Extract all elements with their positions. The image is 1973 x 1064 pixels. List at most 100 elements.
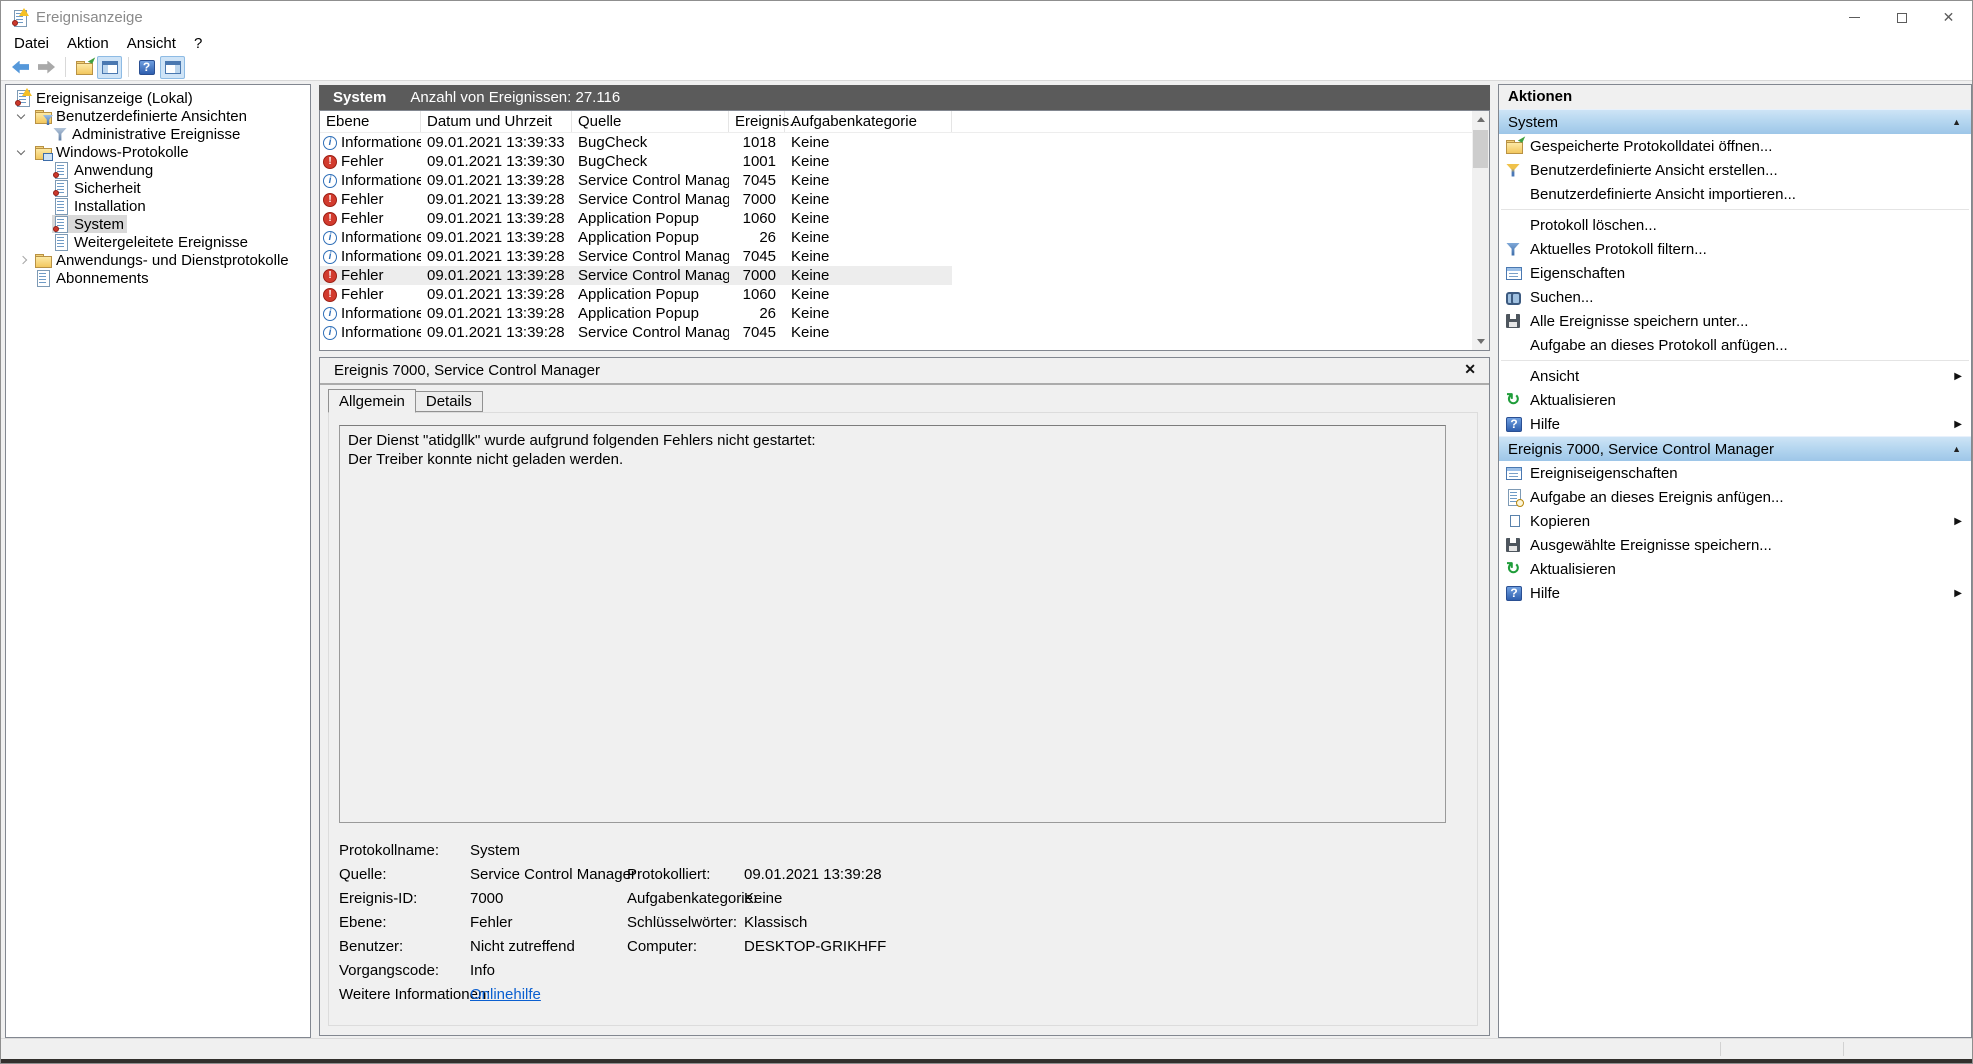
tree-item-custom-views[interactable]: Benutzerdefinierte Ansichten (6, 107, 310, 125)
toggle-action-pane-button[interactable] (160, 55, 185, 79)
event-description: Der Dienst "atidgllk" wurde aufgrund fol… (339, 425, 1446, 823)
action-pane-icon (164, 60, 181, 74)
tree-item-installation[interactable]: Installation (6, 197, 310, 215)
action-find[interactable]: Suchen... (1499, 285, 1971, 309)
menu-datei[interactable]: Datei (5, 34, 58, 54)
menubar: Datei Aktion Ansicht ? (1, 34, 1972, 54)
expander-icon[interactable] (18, 255, 28, 265)
property-row: Protokollname: System (339, 842, 521, 859)
action-help-event[interactable]: ? Hilfe ▶ (1499, 581, 1971, 605)
scroll-up-button[interactable] (1472, 111, 1489, 128)
event-row[interactable]: iInformationen 09.01.2021 13:39:28 Appli… (320, 304, 952, 323)
actions-section-system[interactable]: System ▲ (1499, 109, 1971, 134)
event-row[interactable]: ! Fehler 09.01.2021 13:39:30 BugCheck 100… (320, 152, 952, 171)
expander-icon[interactable] (16, 146, 26, 156)
detail-tab-page: Der Dienst "atidgllk" wurde aufgrund fol… (328, 412, 1478, 1026)
events-scrollbar[interactable] (1472, 111, 1489, 350)
submenu-arrow-icon: ▶ (1954, 515, 1962, 527)
tree-item-system[interactable]: System (6, 215, 310, 233)
expander-icon[interactable] (16, 110, 26, 120)
document-icon (53, 234, 69, 251)
action-attach-task-to-log[interactable]: Aufgabe an dieses Protokoll anfügen... (1499, 333, 1971, 357)
scroll-thumb[interactable] (1473, 130, 1488, 168)
tree-splitter[interactable] (311, 84, 319, 1038)
event-row[interactable]: iInformationen 09.01.2021 13:39:28 Servi… (320, 171, 952, 190)
toggle-console-tree-button[interactable] (97, 55, 122, 79)
action-refresh[interactable]: ↻ Aktualisieren (1499, 388, 1971, 412)
column-header-datum[interactable]: Datum und Uhrzeit (421, 111, 572, 132)
event-detail-pane: Ereignis 7000, Service Control Manager ✕… (319, 357, 1490, 1036)
action-open-saved-log[interactable]: Gespeicherte Protokolldatei öffnen... (1499, 134, 1971, 158)
document-icon (35, 270, 51, 287)
action-view[interactable]: Ansicht ▶ (1499, 364, 1971, 388)
info-icon: i (323, 249, 337, 264)
open-saved-log-button[interactable] (71, 55, 96, 79)
maximize-button[interactable] (1878, 1, 1925, 34)
action-save-selected-events[interactable]: Ausgewählte Ereignisse speichern... (1499, 533, 1971, 557)
tab-allgemein[interactable]: Allgemein (328, 389, 416, 413)
action-save-all-events[interactable]: Alle Ereignisse speichern unter... (1499, 309, 1971, 333)
menu-hilfe[interactable]: ? (185, 34, 211, 54)
event-viewer-icon (15, 88, 32, 107)
tab-details[interactable]: Details (414, 391, 483, 412)
menu-ansicht[interactable]: Ansicht (118, 34, 185, 54)
tree-item-windows-logs[interactable]: Windows-Protokolle (6, 143, 310, 161)
tree-item-weitergeleitete[interactable]: Weitergeleitete Ereignisse (6, 233, 310, 251)
action-filter-current-log[interactable]: Aktuelles Protokoll filtern... (1499, 237, 1971, 261)
tree-item-abonnements[interactable]: Abonnements (6, 269, 310, 287)
close-button[interactable]: ✕ (1925, 1, 1972, 34)
tree-item-sicherheit[interactable]: Sicherheit (6, 179, 310, 197)
action-refresh-event[interactable]: ↻ Aktualisieren (1499, 557, 1971, 581)
event-row[interactable]: ! Fehler 09.01.2021 13:39:28 Application … (320, 209, 952, 228)
properties-icon (1506, 466, 1522, 480)
action-event-properties[interactable]: Ereigniseigenschaften (1499, 461, 1971, 485)
tree-item-root[interactable]: Ereignisanzeige (Lokal) (6, 88, 310, 107)
event-row[interactable]: ! Fehler 09.01.2021 13:39:28 Application … (320, 285, 952, 304)
task-icon (1506, 489, 1524, 507)
column-header-quelle[interactable]: Quelle (572, 111, 729, 132)
back-button[interactable] (8, 56, 33, 79)
event-row[interactable]: iInformationen 09.01.2021 13:39:28 Servi… (320, 247, 952, 266)
submenu-arrow-icon: ▶ (1954, 587, 1962, 599)
event-row[interactable]: iInformationen 09.01.2021 13:39:28 Appli… (320, 228, 952, 247)
find-icon (1506, 291, 1522, 305)
tree-item-anwendung[interactable]: Anwendung (6, 161, 310, 179)
status-bar (1, 1038, 1972, 1059)
actions-section-event[interactable]: Ereignis 7000, Service Control Manager ▲ (1499, 436, 1971, 461)
actions-separator (1499, 357, 1971, 364)
tree-item-administrative-events[interactable]: Administrative Ereignisse (6, 125, 310, 143)
info-icon: i (323, 325, 337, 340)
detail-header-title: Ereignis 7000, Service Control Manager (334, 362, 600, 379)
action-create-custom-view[interactable]: Benutzerdefinierte Ansicht erstellen... (1499, 158, 1971, 182)
forward-button[interactable] (34, 56, 59, 79)
property-row: Weitere Informationen: Onlinehilfe (329, 983, 1477, 1007)
taskbar-edge (1, 1059, 1972, 1063)
column-header-ebene[interactable]: Ebene (320, 111, 421, 132)
event-row-selected[interactable]: ! Fehler 09.01.2021 13:39:28 Service Cont… (320, 266, 952, 285)
action-copy[interactable]: Kopieren ▶ (1499, 509, 1971, 533)
collapse-icon[interactable]: ▲ (1952, 444, 1961, 454)
help-icon: ? (1506, 585, 1522, 601)
action-properties[interactable]: Eigenschaften (1499, 261, 1971, 285)
onlinehilfe-link[interactable]: Onlinehilfe (470, 983, 541, 1007)
event-row[interactable]: iInformationen 09.01.2021 13:39:33 BugCh… (320, 133, 952, 152)
collapse-icon[interactable]: ▲ (1952, 117, 1961, 127)
detail-close-button[interactable]: ✕ (1464, 361, 1476, 378)
menu-aktion[interactable]: Aktion (58, 34, 118, 54)
event-row[interactable]: iInformationen 09.01.2021 13:39:28 Servi… (320, 323, 952, 342)
column-header-ereignis[interactable]: Ereignis... (729, 111, 802, 132)
event-row[interactable]: ! Fehler 09.01.2021 13:39:28 Service Cont… (320, 190, 952, 209)
action-attach-task-to-event[interactable]: Aufgabe an dieses Ereignis anfügen... (1499, 485, 1971, 509)
events-list: Ebene Datum und Uhrzeit Quelle Ereignis.… (319, 110, 1490, 351)
action-help[interactable]: ? Hilfe ▶ (1499, 412, 1971, 436)
filter-icon (53, 127, 67, 141)
action-clear-log[interactable]: Protokoll löschen... (1499, 213, 1971, 237)
help-button[interactable]: ? (134, 56, 159, 79)
property-row: Vorgangscode: Info (339, 962, 496, 979)
filter-icon (1506, 242, 1520, 256)
tree-item-apps-services-logs[interactable]: Anwendungs- und Dienstprotokolle (6, 251, 310, 269)
column-header-aufgabenkategorie[interactable]: Aufgabenkategorie (785, 111, 952, 132)
action-import-custom-view[interactable]: Benutzerdefinierte Ansicht importieren..… (1499, 182, 1971, 206)
scroll-down-button[interactable] (1472, 333, 1489, 350)
minimize-button[interactable] (1831, 1, 1878, 34)
